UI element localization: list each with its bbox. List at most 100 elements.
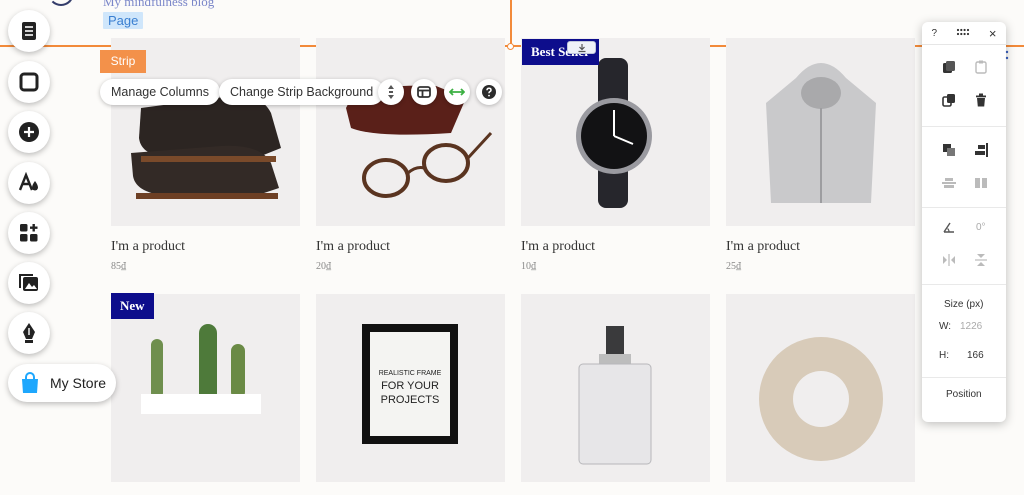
flip-horizontal-icon — [943, 254, 955, 266]
match-size-icon — [975, 178, 987, 188]
rotation-value[interactable]: 0° — [976, 222, 986, 233]
background-icon — [19, 72, 39, 92]
app-market-button[interactable] — [8, 212, 50, 254]
product-name[interactable]: I'm a product — [316, 239, 505, 255]
site-logo[interactable] — [48, 0, 74, 6]
layout-button[interactable] — [411, 79, 437, 105]
layout-icon — [417, 86, 431, 98]
arrange-button[interactable] — [941, 142, 957, 158]
product-price: 25₫ — [726, 261, 742, 272]
frame-text-line: FOR YOUR — [381, 380, 439, 392]
media-button[interactable] — [8, 262, 50, 304]
width-field[interactable]: 1226 — [960, 321, 982, 332]
align-button[interactable] — [973, 142, 989, 158]
product-image[interactable] — [111, 294, 300, 482]
watch-image — [576, 58, 652, 208]
product-name[interactable]: I'm a product — [726, 239, 915, 255]
shopping-bag-icon — [22, 372, 38, 393]
height-field[interactable]: 166 — [967, 350, 984, 361]
panel-divider — [922, 377, 1006, 378]
panel-resize-handle[interactable] — [1004, 48, 1010, 68]
product-card[interactable]: I'm a product 25₫ — [726, 38, 915, 272]
selection-outline-center — [510, 0, 512, 47]
animation-button[interactable] — [378, 79, 404, 105]
perfume-image — [578, 326, 652, 465]
product-card[interactable]: I'm a product 20₫ — [316, 38, 505, 272]
paste-button[interactable] — [973, 59, 989, 75]
background-button[interactable] — [8, 61, 50, 103]
panel-drag-handle[interactable] — [956, 28, 970, 39]
match-size-button[interactable] — [973, 175, 989, 191]
panel-close-button[interactable]: × — [989, 26, 997, 41]
product-name[interactable]: I'm a product — [521, 239, 710, 255]
add-button[interactable] — [8, 111, 50, 153]
product-card[interactable]: REALISTIC FRAME FOR YOUR PROJECTS — [316, 294, 505, 495]
stretch-arrows-icon — [449, 88, 465, 96]
cactus-image — [141, 324, 261, 414]
drag-dots-icon — [956, 28, 970, 35]
delete-button[interactable] — [973, 92, 989, 108]
product-price: 10₫ — [521, 261, 537, 272]
flip-vertical-icon — [975, 254, 987, 266]
product-image[interactable] — [316, 38, 505, 226]
theme-manager-button[interactable] — [8, 162, 50, 204]
flip-vertical-button[interactable] — [973, 252, 989, 268]
hoodie-image — [766, 63, 876, 203]
page-indicator[interactable]: Page — [103, 12, 144, 29]
product-card[interactable]: I'm a product 85₫ — [111, 38, 300, 272]
help-icon — [482, 85, 496, 99]
align-right-icon — [975, 143, 988, 157]
product-name[interactable]: I'm a product — [111, 239, 300, 255]
panel-help-button[interactable]: ? — [931, 28, 937, 39]
ribbon-new[interactable]: New — [111, 293, 154, 319]
rotate-button[interactable] — [941, 219, 957, 235]
theme-manager-icon — [18, 172, 38, 191]
download-icon — [578, 43, 585, 52]
glasses-image — [346, 85, 493, 198]
tools-panel: ? × 0° Size (px) W: 1226 H: 166 Position — [922, 22, 1006, 422]
product-image[interactable] — [726, 294, 915, 482]
angle-icon — [943, 222, 954, 233]
duplicate-button[interactable] — [941, 92, 957, 108]
product-image[interactable] — [726, 38, 915, 226]
height-label: H: — [939, 350, 949, 361]
stretch-button[interactable] — [444, 79, 470, 105]
strip-tag[interactable]: Strip — [100, 50, 146, 73]
panel-divider — [922, 207, 1006, 208]
animation-icon — [388, 85, 394, 99]
my-store-button[interactable]: My Store — [8, 364, 116, 402]
strip-drag-handle[interactable] — [567, 41, 596, 54]
blog-title[interactable]: My mindfulness blog — [103, 0, 214, 10]
trash-icon — [976, 93, 986, 107]
distribute-button[interactable] — [941, 175, 957, 191]
panel-divider — [922, 126, 1006, 127]
manage-columns-button[interactable]: Manage Columns — [100, 79, 220, 105]
product-image[interactable]: REALISTIC FRAME FOR YOUR PROJECTS — [316, 294, 505, 482]
width-label: W: — [939, 321, 952, 332]
app-market-icon — [20, 224, 38, 242]
copy-style-button[interactable] — [941, 59, 957, 75]
product-card[interactable] — [111, 294, 300, 495]
product-image[interactable] — [521, 38, 710, 226]
paste-icon — [975, 60, 987, 74]
product-card[interactable] — [726, 294, 915, 495]
product-image[interactable] — [521, 294, 710, 482]
product-price: 85₫ — [111, 261, 127, 272]
my-store-label: My Store — [50, 375, 107, 391]
change-strip-background-button[interactable]: Change Strip Background — [219, 79, 385, 105]
arrange-icon — [943, 144, 955, 156]
frame-text-small: REALISTIC FRAME — [378, 370, 442, 377]
media-icon — [19, 274, 38, 291]
add-icon — [19, 122, 39, 142]
pages-menu-button[interactable] — [8, 10, 50, 52]
help-button[interactable] — [476, 79, 502, 105]
product-card[interactable] — [521, 294, 710, 495]
blog-button[interactable] — [8, 312, 50, 354]
duplicate-icon — [942, 94, 955, 107]
product-card[interactable]: I'm a product 10₫ — [521, 38, 710, 272]
flip-horizontal-button[interactable] — [941, 252, 957, 268]
distribute-icon — [942, 178, 956, 188]
size-label: Size (px) — [944, 299, 984, 310]
editor-canvas: My mindfulness blog Page I'm a product 8… — [0, 0, 1024, 482]
selection-handle[interactable] — [507, 43, 514, 50]
